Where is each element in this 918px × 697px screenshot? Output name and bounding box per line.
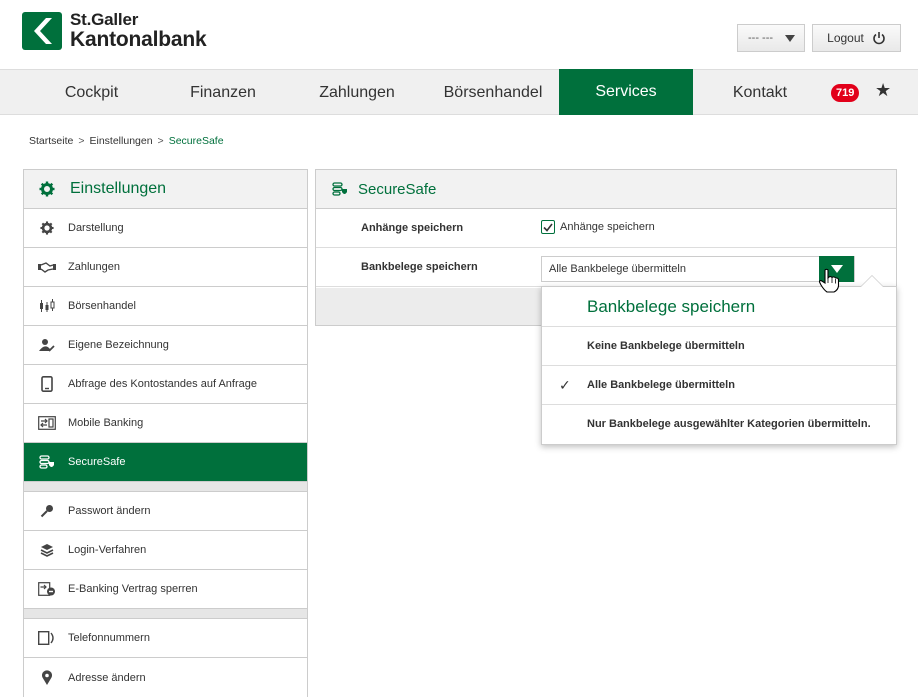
contract-lock-icon (38, 581, 56, 597)
sidebar-item-label: Abfrage des Kontostandes auf Anfrage (68, 378, 257, 390)
breadcrumb-settings[interactable]: Einstellungen (90, 135, 153, 147)
sidebar-item-label: Login-Verfahren (68, 544, 147, 556)
sidebar-item-label: Mobile Banking (68, 417, 144, 429)
dropdown-option-selected-categories[interactable]: Nur Bankbelege ausgewählter Kategorien ü… (542, 405, 896, 444)
sidebar-item-telefonnummern[interactable]: Telefonnummern (24, 619, 307, 658)
sidebar-item-boersenhandel[interactable]: Börsenhandel (24, 287, 307, 326)
sidebar-item-label: Darstellung (68, 222, 124, 234)
bank-logo[interactable]: St.Galler Kantonalbank (22, 10, 207, 51)
sidebar-item-label: Adresse ändern (68, 671, 146, 684)
nav-services[interactable]: Services (559, 69, 693, 115)
breadcrumb-separator: > (157, 135, 164, 147)
sidebar-item-label: E-Banking Vertrag sperren (68, 583, 198, 595)
sidebar-item-passwort[interactable]: Passwort ändern (24, 492, 307, 531)
sidebar-item-label: Passwort ändern (68, 505, 151, 517)
user-pen-icon (38, 337, 56, 353)
settings-sidebar: Einstellungen Darstellung Zahlungen Börs… (23, 169, 308, 697)
nav-boersenhandel[interactable]: Börsenhandel (427, 70, 559, 115)
nav-zahlungen[interactable]: Zahlungen (287, 70, 427, 115)
breadcrumb: Startseite > Einstellungen > SecureSafe (29, 135, 224, 147)
sidebar-item-kontostand[interactable]: Abfrage des Kontostandes auf Anfrage (24, 365, 307, 404)
main-nav: Cockpit Finanzen Zahlungen Börsenhandel … (0, 69, 918, 115)
securesafe-icon (38, 454, 56, 470)
sidebar-item-eigene-bezeichnung[interactable]: Eigene Bezeichnung (24, 326, 307, 365)
sidebar-item-adresse[interactable]: Adresse ändern (24, 658, 307, 697)
hand-cursor-icon (818, 268, 840, 293)
receipts-label: Bankbelege speichern (361, 261, 478, 273)
sidebar-item-zahlungen[interactable]: Zahlungen (24, 248, 307, 287)
account-select[interactable]: --- --- (737, 24, 805, 52)
checkmark-icon: ✓ (559, 377, 571, 393)
attachments-checkbox-label: Anhänge speichern (560, 221, 655, 233)
option-label: Keine Bankbelege übermitteln (587, 340, 745, 352)
sidebar-item-darstellung[interactable]: Darstellung (24, 209, 307, 248)
logout-button[interactable]: Logout (812, 24, 901, 52)
star-icon[interactable]: ★ (875, 80, 891, 101)
power-icon (873, 32, 885, 45)
map-pin-icon (38, 669, 56, 686)
sidebar-item-securesafe[interactable]: SecureSafe (24, 443, 307, 482)
row-attachments: Anhänge speichern Anhänge speichern (316, 209, 896, 248)
panel-title: SecureSafe (358, 180, 437, 198)
sidebar-item-mobile-banking[interactable]: Mobile Banking (24, 404, 307, 443)
nav-cockpit[interactable]: Cockpit (24, 70, 159, 115)
sidebar-title: Einstellungen (70, 180, 167, 197)
receipts-select[interactable]: Alle Bankbelege übermitteln (541, 256, 855, 282)
breadcrumb-home[interactable]: Startseite (29, 135, 73, 147)
gear-icon (38, 220, 56, 236)
sidebar-item-login-verfahren[interactable]: Login-Verfahren (24, 531, 307, 570)
sidebar-item-vertrag-sperren[interactable]: E-Banking Vertrag sperren (24, 570, 307, 609)
sidebar-divider (24, 482, 307, 492)
handshake-icon (38, 259, 56, 275)
phone-number-icon (38, 630, 56, 646)
attachments-checkbox[interactable]: Anhänge speichern (541, 220, 655, 234)
receipts-dropdown: Bankbelege speichern Keine Bankbelege üb… (541, 275, 897, 445)
nav-kontakt[interactable]: Kontakt (693, 70, 827, 115)
panel-header: SecureSafe (316, 170, 896, 209)
key-icon (38, 503, 56, 519)
sidebar-item-label: SecureSafe (68, 456, 126, 468)
option-label: Nur Bankbelege ausgewählter Kategorien ü… (587, 418, 871, 430)
phone-icon (38, 376, 56, 392)
logo-line1: St.Galler (70, 10, 139, 29)
logo-line2: Kantonalbank (70, 28, 207, 51)
dropdown-option-all[interactable]: ✓ Alle Bankbelege übermitteln (542, 366, 896, 405)
mobile-transfer-icon (38, 415, 56, 431)
breadcrumb-separator: > (78, 135, 85, 147)
breadcrumb-current[interactable]: SecureSafe (169, 135, 224, 147)
popover-caret (860, 275, 884, 287)
logout-label: Logout (827, 31, 864, 45)
candlestick-icon (38, 298, 56, 314)
checkbox-checked-icon[interactable] (541, 220, 555, 234)
dropdown-option-none[interactable]: Keine Bankbelege übermitteln (542, 327, 896, 366)
option-label: Alle Bankbelege übermitteln (587, 379, 735, 391)
logo-mark-icon (22, 11, 62, 50)
attachments-label: Anhänge speichern (361, 222, 464, 234)
dropdown-title: Bankbelege speichern (542, 287, 896, 327)
sidebar-header: Einstellungen (24, 170, 307, 209)
nav-finanzen[interactable]: Finanzen (159, 70, 287, 115)
securesafe-icon (332, 182, 348, 196)
layers-icon (38, 542, 56, 558)
row-receipts: Bankbelege speichern Alle Bankbelege übe… (316, 248, 896, 287)
sidebar-item-label: Eigene Bezeichnung (68, 339, 169, 351)
notification-badge[interactable]: 719 (831, 84, 860, 102)
account-select-value: --- --- (748, 32, 774, 44)
sidebar-item-label: Telefonnummern (68, 632, 150, 644)
sidebar-item-label: Börsenhandel (68, 300, 136, 312)
chevron-down-icon (785, 34, 795, 42)
sidebar-divider (24, 609, 307, 619)
sidebar-item-label: Zahlungen (68, 261, 120, 273)
gear-icon (38, 181, 56, 197)
